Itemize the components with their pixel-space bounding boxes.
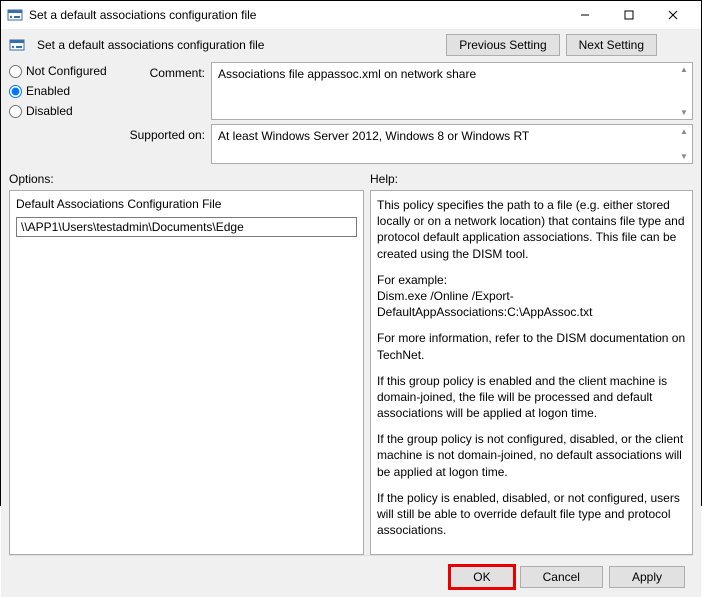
radio-label: Enabled bbox=[26, 84, 70, 98]
help-paragraph: If the policy is enabled, disabled, or n… bbox=[377, 490, 686, 539]
help-paragraph: For example:Dism.exe /Online /Export-Def… bbox=[377, 272, 686, 321]
scroll-icon: ▲▼ bbox=[678, 65, 690, 117]
radio-enabled[interactable]: Enabled bbox=[9, 84, 109, 98]
help-label: Help: bbox=[370, 172, 693, 186]
supported-value: At least Windows Server 2012, Windows 8 … bbox=[218, 129, 529, 143]
help-paragraph: If the group policy is not configured, d… bbox=[377, 431, 686, 480]
policy-icon bbox=[7, 7, 23, 23]
config-file-path-input[interactable] bbox=[16, 217, 357, 237]
scroll-icon: ▲▼ bbox=[678, 127, 690, 161]
radio-disabled[interactable]: Disabled bbox=[9, 104, 109, 118]
options-panel: Default Associations Configuration File bbox=[9, 190, 364, 555]
comment-textarea[interactable]: Associations file appassoc.xml on networ… bbox=[211, 62, 693, 120]
next-setting-button[interactable]: Next Setting bbox=[566, 34, 657, 56]
help-panel: This policy specifies the path to a file… bbox=[370, 190, 693, 555]
state-radio-group: Not Configured Enabled Disabled bbox=[9, 62, 109, 164]
help-paragraph: For more information, refer to the DISM … bbox=[377, 330, 686, 362]
titlebar: Set a default associations configuration… bbox=[1, 1, 701, 30]
policy-editor-window: Set a default associations configuration… bbox=[0, 0, 702, 506]
page-title: Set a default associations configuration… bbox=[37, 38, 264, 52]
cancel-button[interactable]: Cancel bbox=[520, 566, 603, 588]
policy-icon bbox=[9, 37, 25, 53]
comment-label: Comment: bbox=[117, 62, 205, 80]
ok-button[interactable]: OK bbox=[450, 566, 513, 588]
close-button[interactable] bbox=[651, 1, 695, 29]
radio-label: Not Configured bbox=[26, 64, 107, 78]
window-title: Set a default associations configuration… bbox=[29, 8, 563, 22]
options-label: Options: bbox=[9, 172, 364, 186]
minimize-button[interactable] bbox=[563, 1, 607, 29]
comment-value: Associations file appassoc.xml on networ… bbox=[218, 67, 476, 81]
radio-label: Disabled bbox=[26, 104, 73, 118]
maximize-button[interactable] bbox=[607, 1, 651, 29]
help-paragraph: This policy specifies the path to a file… bbox=[377, 197, 686, 262]
dialog-footer: OK Cancel Apply bbox=[9, 555, 693, 597]
previous-setting-button[interactable]: Previous Setting bbox=[446, 34, 559, 56]
option-field-label: Default Associations Configuration File bbox=[16, 197, 357, 211]
apply-button[interactable]: Apply bbox=[609, 566, 685, 588]
help-paragraph: If this group policy is enabled and the … bbox=[377, 373, 686, 422]
content-area: Set a default associations configuration… bbox=[1, 30, 701, 597]
supported-on-box: At least Windows Server 2012, Windows 8 … bbox=[211, 124, 693, 164]
radio-not-configured[interactable]: Not Configured bbox=[9, 64, 109, 78]
supported-label: Supported on: bbox=[117, 124, 205, 142]
